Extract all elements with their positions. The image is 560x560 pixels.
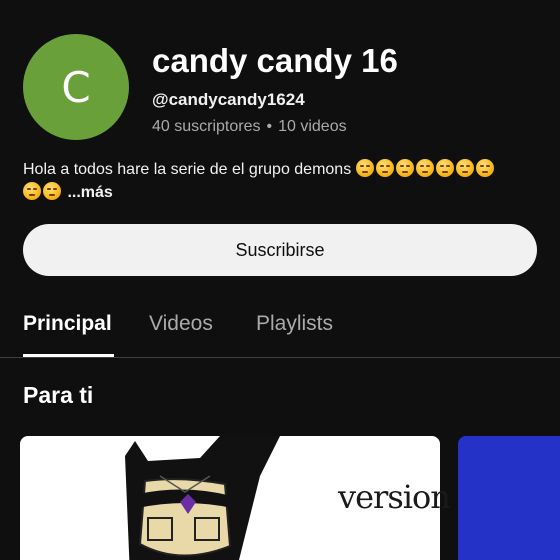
subscriber-count: 40 suscriptores bbox=[152, 118, 261, 135]
stats-separator: • bbox=[266, 118, 273, 135]
more-link[interactable]: ...más bbox=[67, 184, 112, 201]
tab-principal[interactable]: Principal bbox=[23, 312, 112, 336]
description-text: Hola a todos hare la serie de el grupo d… bbox=[23, 161, 356, 178]
channel-tabs: Principal Videos Playlists bbox=[0, 300, 560, 358]
channel-header: C candy candy 16 @candycandy1624 40 susc… bbox=[23, 34, 543, 140]
tab-playlists[interactable]: Playlists bbox=[256, 312, 333, 336]
smirk-emoji-icon bbox=[435, 159, 454, 177]
tab-videos[interactable]: Videos bbox=[149, 312, 213, 336]
subscribe-button[interactable]: Suscribirse bbox=[23, 224, 537, 276]
thumbnail-text: version bbox=[338, 478, 451, 516]
channel-handle: @candycandy1624 bbox=[152, 90, 305, 109]
channel-description[interactable]: Hola a todos hare la serie de el grupo d… bbox=[23, 158, 538, 204]
smirk-emoji-icon bbox=[415, 159, 434, 177]
channel-avatar[interactable]: C bbox=[23, 34, 129, 140]
smirk-emoji-icon bbox=[395, 159, 414, 177]
avatar-letter: C bbox=[61, 62, 91, 112]
channel-name: candy candy 16 bbox=[152, 42, 398, 79]
smirk-emoji-icon bbox=[355, 159, 374, 177]
smirk-emoji-icon bbox=[23, 182, 41, 200]
channel-stats: 40 suscriptores • 10 videos bbox=[152, 118, 347, 136]
smirk-emoji-icon bbox=[43, 182, 61, 200]
smirk-emoji-icon bbox=[375, 159, 394, 177]
smirk-emoji-icon bbox=[455, 159, 474, 177]
video-thumbnail-2[interactable] bbox=[458, 436, 560, 560]
active-tab-indicator bbox=[23, 354, 114, 357]
section-title: Para ti bbox=[23, 382, 94, 408]
smirk-emoji-icon bbox=[475, 159, 494, 177]
video-count: 10 videos bbox=[278, 118, 347, 135]
